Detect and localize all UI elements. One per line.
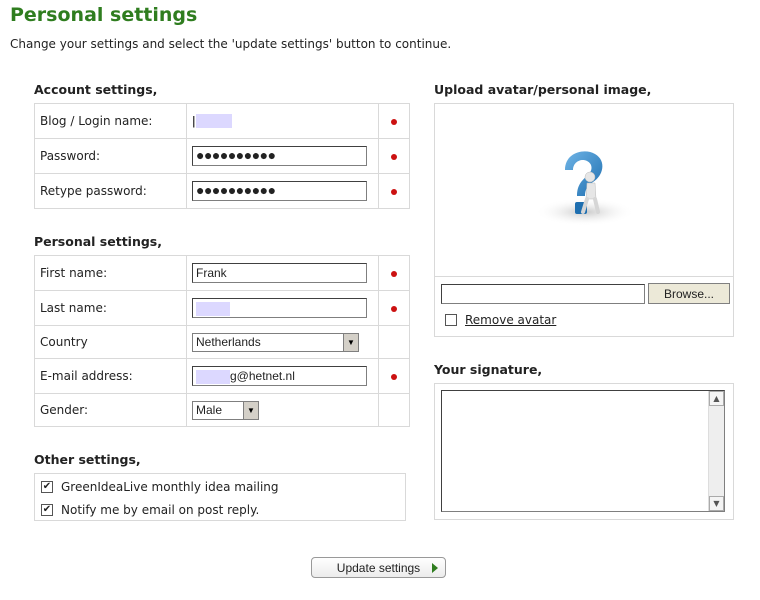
scroll-down-icon[interactable]: ▼: [709, 496, 724, 511]
required-icon: [391, 154, 397, 160]
update-settings-label: Update settings: [336, 560, 421, 575]
mailing-option[interactable]: ✔ GreenIdeaLive monthly idea mailing: [41, 480, 279, 494]
redacted-login: [195, 114, 232, 129]
signature-textarea[interactable]: ▲ ▼: [441, 390, 725, 512]
account-settings-heading: Account settings,: [34, 82, 158, 97]
notify-label: Notify me by email on post reply.: [61, 503, 260, 517]
avatar-image: [435, 104, 733, 277]
remove-avatar-option[interactable]: Remove avatar: [445, 313, 556, 327]
country-label: Country: [34, 325, 187, 359]
email-input[interactable]: g@hetnet.nl: [192, 366, 367, 386]
chevron-down-icon: ▼: [343, 333, 358, 351]
other-settings-heading: Other settings,: [34, 452, 141, 467]
personal-settings-heading: Personal settings,: [34, 234, 162, 249]
scroll-up-icon[interactable]: ▲: [709, 391, 724, 406]
email-suffix: g@hetnet.nl: [230, 369, 295, 383]
required-icon: [391, 189, 397, 195]
password-label: Password:: [34, 138, 187, 174]
browse-button[interactable]: Browse...: [648, 283, 730, 304]
last-name-label: Last name:: [34, 290, 187, 326]
gender-value: Male: [196, 402, 223, 417]
required-icon: [391, 306, 397, 312]
page-title: Personal settings: [10, 4, 198, 26]
avatar-panel: Browse... Remove avatar: [434, 103, 734, 337]
required-icon: [391, 374, 397, 380]
update-settings-button[interactable]: Update settings: [311, 557, 446, 578]
avatar-file-input[interactable]: [441, 283, 645, 304]
first-name-label: First name:: [34, 255, 187, 291]
signature-panel: ▲ ▼: [434, 383, 734, 520]
remove-avatar-checkbox[interactable]: [445, 314, 457, 326]
remove-avatar-link[interactable]: Remove avatar: [465, 313, 556, 327]
required-icon: [391, 271, 397, 277]
arrow-right-icon: [432, 563, 438, 573]
avatar-file-row: Browse...: [441, 283, 730, 304]
redacted-email: [196, 369, 230, 384]
email-label: E-mail address:: [34, 358, 187, 394]
gender-label: Gender:: [34, 393, 187, 427]
personal-settings-table: First name: Frank Last name: Country Net…: [34, 255, 410, 427]
password-input[interactable]: ●●●●●●●●●●: [192, 146, 367, 166]
signature-heading: Your signature,: [434, 362, 543, 377]
login-name-label: Blog / Login name:: [34, 103, 187, 139]
required-icon: [391, 119, 397, 125]
account-settings-table: Blog / Login name: ǀ Password: ●●●●●●●●●…: [34, 103, 410, 209]
retype-password-input[interactable]: ●●●●●●●●●●: [192, 181, 367, 201]
country-value: Netherlands: [196, 334, 261, 349]
mailing-label: GreenIdeaLive monthly idea mailing: [61, 480, 279, 494]
retype-password-label: Retype password:: [34, 173, 187, 209]
signature-scrollbar[interactable]: ▲ ▼: [708, 391, 724, 511]
question-mark-figure-icon: [535, 151, 635, 226]
other-settings-box: ✔ GreenIdeaLive monthly idea mailing ✔ N…: [34, 473, 406, 521]
notify-checkbox[interactable]: ✔: [41, 504, 53, 516]
avatar-heading: Upload avatar/personal image,: [434, 82, 652, 97]
last-name-input[interactable]: [192, 298, 367, 318]
notify-option[interactable]: ✔ Notify me by email on post reply.: [41, 503, 259, 517]
chevron-down-icon: ▼: [243, 401, 258, 419]
first-name-input[interactable]: Frank: [192, 263, 367, 283]
gender-select[interactable]: Male ▼: [192, 400, 259, 420]
redacted-last-name: [196, 301, 230, 316]
page-intro: Change your settings and select the 'upd…: [10, 37, 452, 51]
mailing-checkbox[interactable]: ✔: [41, 481, 53, 493]
country-select[interactable]: Netherlands ▼: [192, 332, 359, 352]
login-name-value: ǀ: [186, 103, 379, 139]
